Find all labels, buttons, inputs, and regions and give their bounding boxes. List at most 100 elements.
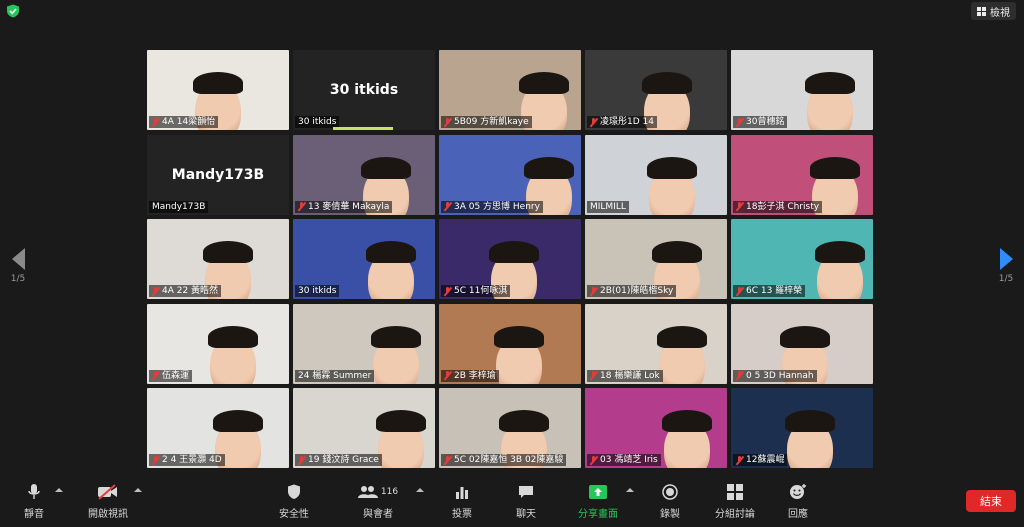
participant-tile[interactable]: 5C 02陳嘉恒 3B 02陳嘉駿	[439, 388, 581, 468]
participant-hair	[208, 325, 258, 348]
polls-button[interactable]: 投票	[432, 483, 492, 520]
view-button[interactable]: 檢視	[971, 2, 1016, 20]
participant-hair	[805, 72, 855, 94]
record-label: 錄製	[660, 509, 680, 520]
chat-label: 聊天	[516, 509, 536, 520]
microphone-icon	[28, 484, 40, 499]
page-indicator-right: 1/5	[998, 274, 1014, 284]
share-options-caret[interactable]	[626, 488, 634, 492]
participant-tile[interactable]: 30 itkids	[293, 219, 435, 299]
participant-hair	[366, 241, 416, 263]
participants-button[interactable]: 116 與會者	[348, 483, 408, 520]
muted-mic-icon	[444, 371, 452, 380]
participants-icon	[357, 486, 378, 498]
participant-name-label: 2B 李梓瑜	[441, 369, 499, 382]
muted-mic-icon	[444, 455, 452, 465]
participant-name-label: 5C 11何咏淇	[441, 285, 511, 297]
participant-name-label: 2B(01)陳皓楷Sky	[587, 285, 677, 297]
participant-name: 24 楊霖 Summer	[298, 370, 372, 381]
participant-tile[interactable]: 2B 李梓瑜	[439, 303, 581, 384]
participant-name: 凌璟彤1D 14	[600, 117, 654, 127]
participant-name: 18 楊樂謙 Lok	[600, 370, 660, 381]
participant-hair	[652, 241, 702, 263]
participant-name-label: 0 5 3D Hannah	[733, 369, 817, 382]
participant-tile[interactable]: 18 楊樂謙 Lok	[585, 303, 727, 384]
participant-hair	[203, 241, 253, 263]
muted-mic-icon	[590, 117, 598, 127]
participant-name: 4A 22 黃晧然	[162, 286, 219, 296]
security-button[interactable]: 安全性	[264, 483, 324, 520]
participant-name: 12蘇震崐	[746, 455, 785, 465]
participant-tile[interactable]: 03 馮靖芝 Iris	[585, 388, 727, 468]
participant-name-label: 12蘇震崐	[733, 454, 788, 466]
participant-name: 2 4 王景灝 4D	[162, 455, 222, 465]
previous-page-button[interactable]: 1/5	[6, 248, 30, 284]
participants-label: 與會者	[363, 509, 393, 520]
participant-hair	[657, 325, 707, 348]
participant-tile[interactable]: 2B(01)陳皓楷Sky	[585, 219, 727, 299]
muted-mic-icon	[152, 371, 160, 380]
participant-name-label: 伍森運	[149, 369, 193, 382]
chat-button[interactable]: 聊天	[496, 483, 556, 520]
participant-tile[interactable]: 12蘇震崐	[731, 388, 873, 468]
muted-mic-icon	[298, 455, 306, 465]
breakout-rooms-button[interactable]: 分組討論	[705, 483, 765, 520]
participant-name-label: 2 4 王景灝 4D	[149, 454, 225, 466]
participant-hair	[371, 325, 421, 348]
participant-tile[interactable]: 5B09 方新凱kaye	[439, 50, 581, 130]
participant-tile[interactable]: MILMILL	[585, 134, 727, 215]
participant-name: 5C 11何咏淇	[454, 286, 508, 296]
record-button[interactable]: 錄製	[640, 483, 700, 520]
participant-tile[interactable]: 19 錢汶詩 Grace	[293, 388, 435, 468]
participant-name: 伍森運	[162, 370, 190, 381]
participants-options-caret[interactable]	[416, 488, 424, 492]
participant-tile[interactable]: 30 itkids 30 itkids	[293, 50, 435, 130]
participant-name: MILMILL	[590, 201, 626, 212]
participant-name-label: 3A 05 方思博 Henry	[441, 200, 543, 213]
participant-tile[interactable]: 18彭子淇 Christy	[731, 134, 873, 215]
polls-label: 投票	[452, 509, 472, 520]
reactions-button[interactable]: 回應	[768, 483, 828, 520]
participants-count: 116	[380, 487, 399, 497]
chevron-left-icon	[11, 248, 25, 270]
audio-options-caret[interactable]	[55, 488, 63, 492]
end-meeting-button[interactable]: 結束	[966, 490, 1016, 512]
muted-mic-icon	[736, 202, 744, 211]
participant-hair	[376, 410, 426, 432]
participant-tile[interactable]: 30曾穗銘	[731, 50, 873, 130]
participant-tile[interactable]: 4A 22 黃晧然	[147, 219, 289, 299]
participant-name: 30 itkids	[298, 117, 337, 127]
share-label: 分享畫面	[578, 509, 618, 520]
participant-name-label: 5C 02陳嘉恒 3B 02陳嘉駿	[441, 454, 567, 466]
start-video-button[interactable]: 開啟視訊	[78, 483, 138, 520]
video-options-caret[interactable]	[134, 488, 142, 492]
participant-name-label: 18 楊樂謙 Lok	[587, 369, 663, 382]
participant-tile[interactable]: 4A 14梁韻怡	[147, 50, 289, 130]
muted-mic-icon	[590, 371, 598, 380]
participant-tile[interactable]: Mandy173B Mandy173B	[147, 134, 289, 215]
participant-tile[interactable]: 凌璟彤1D 14	[585, 50, 727, 130]
muted-mic-icon	[736, 371, 744, 380]
participant-tile[interactable]: 0 5 3D Hannah	[731, 303, 873, 384]
record-icon	[662, 484, 678, 500]
participant-tile[interactable]: 13 麥倩華 Makayla	[293, 134, 435, 215]
participant-hair	[489, 241, 539, 263]
participant-hair	[780, 325, 830, 348]
participant-tile[interactable]: 2 4 王景灝 4D	[147, 388, 289, 468]
participant-tile[interactable]: 24 楊霖 Summer	[293, 303, 435, 384]
participant-name: 30 itkids	[298, 286, 337, 296]
video-off-icon	[98, 484, 117, 500]
next-page-button[interactable]: 1/5	[994, 248, 1018, 284]
chevron-right-icon	[999, 248, 1013, 270]
muted-mic-icon	[736, 117, 744, 127]
participant-tile[interactable]: 3A 05 方思博 Henry	[439, 134, 581, 215]
share-screen-button[interactable]: 分享畫面	[568, 483, 628, 520]
participant-hair	[815, 241, 865, 263]
participant-tile[interactable]: 伍森運	[147, 303, 289, 384]
participant-name-label: 24 楊霖 Summer	[295, 369, 375, 382]
participant-tile[interactable]: 5C 11何咏淇	[439, 219, 581, 299]
shield-icon[interactable]	[6, 4, 20, 18]
participant-name-label: 6C 13 羅梓榮	[733, 285, 806, 297]
participant-hair	[494, 325, 544, 348]
participant-tile[interactable]: 6C 13 羅梓榮	[731, 219, 873, 299]
